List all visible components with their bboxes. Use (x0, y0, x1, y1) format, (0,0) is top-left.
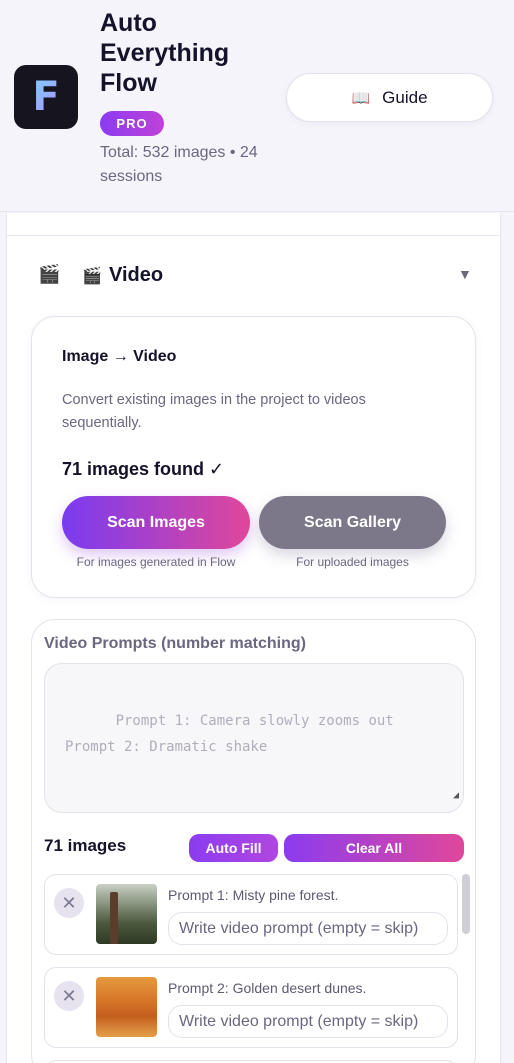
scan-gallery-hint: For uploaded images (296, 555, 409, 569)
prompt-row: ✕ Prompt 1: Misty pine forest. Write vid… (44, 874, 458, 955)
scrollbar[interactable] (462, 874, 470, 934)
clapperboard-icon: 🎬 (38, 264, 61, 284)
app-header: F Auto Everything Flow PRO Total: 532 im… (0, 0, 514, 212)
app-logo: F (14, 65, 78, 129)
guide-label: Guide (382, 87, 428, 107)
auto-fill-button[interactable]: Auto Fill (189, 834, 278, 862)
pro-badge: PRO (100, 111, 164, 136)
triangle-down-icon[interactable]: ▼ (458, 266, 472, 282)
clear-all-button[interactable]: Clear All (284, 834, 464, 862)
stats-text: Total: 532 images • 24 sessions (100, 144, 258, 185)
divider (7, 235, 500, 236)
prompt-label: Prompt 1: Misty pine forest. (168, 887, 339, 903)
resize-handle-icon[interactable]: ◢ (453, 783, 459, 809)
guide-button[interactable]: 📖 Guide (286, 73, 493, 122)
section-title-emoji: 🎬 (82, 268, 102, 285)
image-to-video-card: Image → Video Convert existing images in… (31, 316, 476, 598)
logo-letter: F (32, 74, 60, 120)
images-count: 71 images (44, 836, 127, 855)
section-title[interactable]: Video (109, 264, 163, 287)
video-prompt-input[interactable]: Write video prompt (empty = skip) (168, 1005, 448, 1038)
book-icon: 📖 (351, 89, 371, 107)
prompts-title: Video Prompts (number matching) (44, 635, 306, 652)
close-icon[interactable]: ✕ (54, 888, 84, 918)
textarea-placeholder: Prompt 1: Camera slowly zooms out Prompt… (65, 713, 394, 755)
image-thumbnail (96, 884, 157, 944)
card-title: Image → Video (62, 348, 177, 365)
scan-images-hint: For images generated in Flow (76, 555, 236, 569)
images-found-status: 71 images found ✓ (62, 459, 225, 479)
video-prompt-input[interactable]: Write video prompt (empty = skip) (168, 912, 448, 945)
close-icon[interactable]: ✕ (54, 981, 84, 1011)
image-thumbnail (96, 977, 157, 1037)
scan-gallery-button[interactable]: Scan Gallery (259, 496, 446, 549)
prompt-row: ✕ Prompt 2: Golden desert dunes. Write v… (44, 967, 458, 1048)
prompt-label: Prompt 2: Golden desert dunes. (168, 980, 367, 996)
video-prompts-card: Video Prompts (number matching) Prompt 1… (31, 619, 476, 1063)
prompts-textarea[interactable]: Prompt 1: Camera slowly zooms out Prompt… (44, 663, 464, 813)
card-description: Convert existing images in the project t… (62, 392, 366, 431)
page-edge (501, 213, 514, 1063)
scan-images-button[interactable]: Scan Images (62, 496, 250, 549)
main-panel: 🎬 🎬 Video ▼ Image → Video Convert existi… (6, 213, 501, 1063)
app-title: Auto Everything Flow (100, 9, 230, 97)
